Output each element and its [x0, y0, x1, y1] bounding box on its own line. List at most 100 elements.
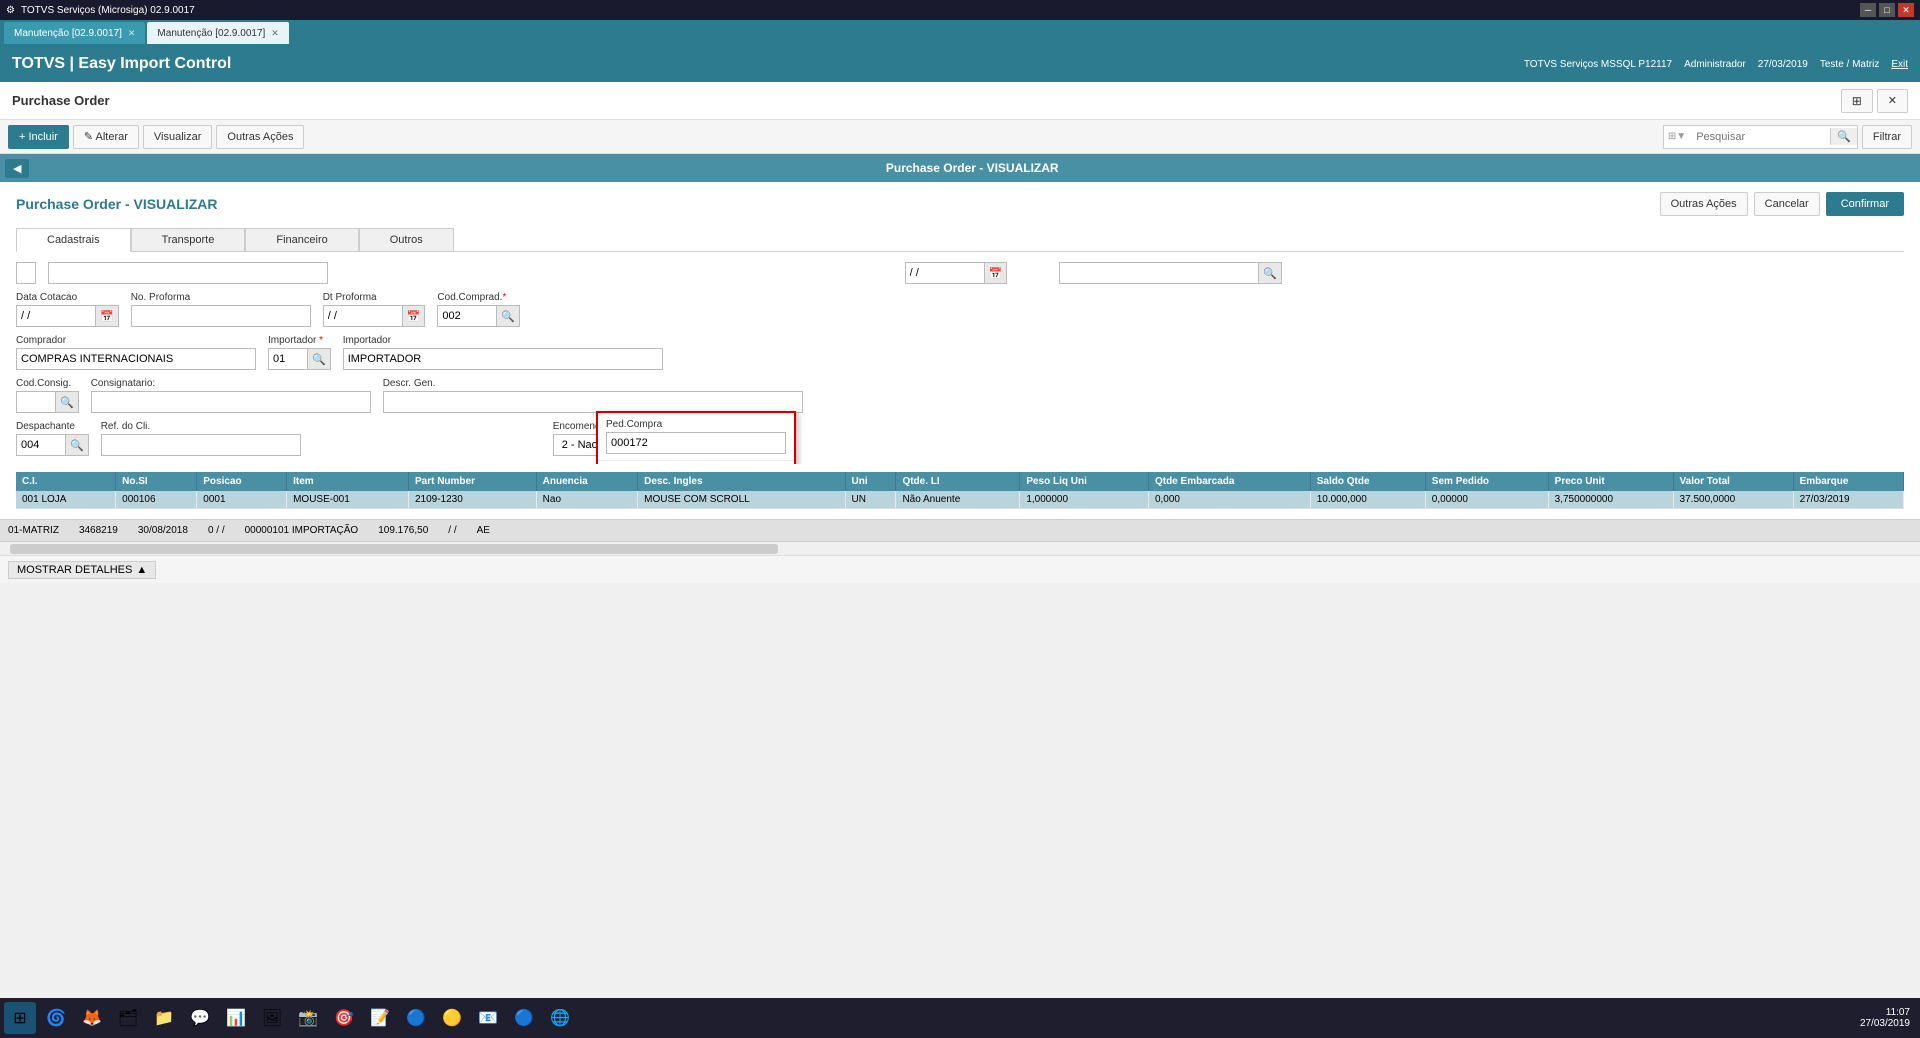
field-blank2 [48, 262, 893, 284]
cell-saldo-qtde: 10.000,000 [1310, 491, 1425, 509]
status-extra: / / [448, 525, 456, 536]
cell-anuencia: Nao [536, 491, 637, 509]
cell-desc-ingles: MOUSE COM SCROLL [638, 491, 845, 509]
taskbar-icon-chrome[interactable]: 🟡 [436, 1002, 468, 1034]
search-input[interactable] [1690, 129, 1830, 145]
form-area: Purchase Order - VISUALIZAR Outras Ações… [0, 182, 1920, 519]
field-blank3: 📅 [905, 262, 1008, 284]
input-despachante[interactable] [16, 434, 66, 456]
filtrar-button[interactable]: Filtrar [1862, 125, 1912, 149]
search-icon-1[interactable]: 🔍 [1259, 262, 1282, 284]
status-bar: 01-MATRIZ 3468219 30/08/2018 0 / / 00000… [0, 519, 1920, 541]
cancelar-button[interactable]: Cancelar [1754, 192, 1820, 216]
input-blank3[interactable] [905, 262, 985, 284]
show-details-button[interactable]: MOSTRAR DETALHES ▲ [8, 561, 156, 579]
search-button[interactable]: 🔍 [1830, 128, 1857, 145]
minimize-button[interactable]: ─ [1860, 3, 1876, 17]
popup-input-ped-compra[interactable] [606, 432, 786, 454]
search-box: ⊞▼ 🔍 [1663, 125, 1858, 149]
taskbar-icon-browser[interactable]: 🌐 [544, 1002, 576, 1034]
input-descr-gen[interactable] [383, 391, 803, 413]
taskbar-icon-data[interactable]: 📊 [220, 1002, 252, 1034]
taskbar-icon-onenote[interactable]: 🔵 [400, 1002, 432, 1034]
input-blank2[interactable] [48, 262, 328, 284]
columns-button[interactable]: ⊞ [1841, 89, 1873, 113]
close-button[interactable]: ✕ [1898, 3, 1914, 17]
input-group-despachante: 🔍 [16, 434, 89, 456]
tab-cadastrais[interactable]: Cadastrais [16, 228, 131, 252]
popup-field-ped-compra: Ped.Compra [598, 413, 794, 461]
incluir-button[interactable]: + Incluir [8, 125, 69, 149]
cell-valor-total: 37.500,0000 [1673, 491, 1793, 509]
clock-date: 27/03/2019 [1860, 1018, 1910, 1029]
search-icon-consig[interactable]: 🔍 [56, 391, 79, 413]
input-no-proforma[interactable] [131, 305, 311, 327]
data-table: C.I. No.SI Posicao Item Part Number Anue… [16, 472, 1904, 509]
field-cod-consig: Cod.Consig. 🔍 [16, 378, 79, 413]
taskbar-icon-app[interactable]: 🎯 [328, 1002, 360, 1034]
tab-1-close[interactable]: ✕ [128, 28, 136, 39]
env-info: Teste / Matriz [1820, 59, 1879, 70]
status-ae: AE [477, 525, 490, 536]
tab-2-close[interactable]: ✕ [271, 28, 279, 39]
taskbar-icon-photo[interactable]: 🖼 [256, 1002, 288, 1034]
search-icon-importador[interactable]: 🔍 [308, 348, 331, 370]
taskbar-icon-1[interactable]: 🌀 [40, 1002, 72, 1034]
taskbar-icon-folder[interactable]: 🗂 [112, 1002, 144, 1034]
close-module-button[interactable]: ✕ [1877, 89, 1908, 113]
visualizar-button[interactable]: Visualizar [143, 125, 213, 149]
start-button[interactable]: ⊞ [4, 1002, 36, 1034]
exit-link[interactable]: Exit [1891, 59, 1908, 70]
field-consignatario: Consignatario: [91, 378, 371, 413]
taskbar-icon-chat[interactable]: 💬 [184, 1002, 216, 1034]
input-blank4[interactable] [1059, 262, 1259, 284]
outras-acoes-toolbar-button[interactable]: Outras Ações [216, 125, 304, 149]
calendar-icon-proforma[interactable]: 📅 [403, 305, 426, 327]
input-consignatario[interactable] [91, 391, 371, 413]
scrollbar-thumb [10, 544, 778, 554]
input-data-cotacao[interactable] [16, 305, 96, 327]
input-ref-cli[interactable] [101, 434, 301, 456]
taskbar-icon-note[interactable]: 📝 [364, 1002, 396, 1034]
tab-outros[interactable]: Outros [359, 228, 454, 251]
tab-2[interactable]: Manutenção [02.9.0017] ✕ [147, 22, 288, 44]
calendar-icon-cotacao[interactable]: 📅 [96, 305, 119, 327]
search-icon-despachante[interactable]: 🔍 [66, 434, 89, 456]
field-importador-cod: Importador * 🔍 [268, 335, 331, 370]
taskbar-icon-firefox[interactable]: 🦊 [76, 1002, 108, 1034]
input-importador-cod[interactable] [268, 348, 308, 370]
back-button[interactable]: ◀ [5, 159, 29, 178]
taskbar-icon-skype[interactable]: 🔵 [508, 1002, 540, 1034]
confirmar-button[interactable]: Confirmar [1826, 192, 1904, 216]
input-dt-proforma[interactable] [323, 305, 403, 327]
maximize-button[interactable]: □ [1879, 3, 1895, 17]
form-row-3: Cod.Consig. 🔍 Consignatario: Descr. Gen. [16, 378, 1904, 413]
app-header: TOTVS | Easy Import Control TOTVS Serviç… [0, 46, 1920, 82]
input-blank1[interactable] [16, 262, 36, 284]
tab-navigation: Cadastrais Transporte Financeiro Outros [16, 228, 1904, 252]
input-comprador[interactable] [16, 348, 256, 370]
tab-financeiro[interactable]: Financeiro [245, 228, 358, 251]
taskbar-icon-files[interactable]: 📁 [148, 1002, 180, 1034]
field-descr-gen: Descr. Gen. [383, 378, 1904, 413]
form-row-1: Data Cotacao 📅 No. Proforma Dt Proforma … [16, 292, 1904, 327]
status-pages: 0 / / [208, 525, 225, 536]
search-icon-comprad[interactable]: 🔍 [497, 305, 520, 327]
input-cod-comprad[interactable] [437, 305, 497, 327]
calendar-icon-1[interactable]: 📅 [985, 262, 1008, 284]
tab-transporte[interactable]: Transporte [131, 228, 246, 251]
taskbar-icon-email[interactable]: 📧 [472, 1002, 504, 1034]
title-bar-right: ─ □ ✕ [1860, 3, 1914, 17]
outras-acoes-form-button[interactable]: Outras Ações [1660, 192, 1748, 216]
tab-1[interactable]: Manutenção [02.9.0017] ✕ [4, 22, 145, 44]
input-group-blank4: 🔍 [1059, 262, 1904, 284]
chevron-up-icon: ▲ [136, 564, 147, 576]
input-importador[interactable] [343, 348, 663, 370]
col-uni: Uni [845, 472, 896, 491]
horizontal-scrollbar[interactable] [0, 541, 1920, 555]
alterar-button[interactable]: ✎ Alterar [73, 125, 139, 149]
input-cod-consig[interactable] [16, 391, 56, 413]
table-row[interactable]: 001 LOJA 000106 0001 MOUSE-001 2109-1230… [16, 491, 1904, 509]
input-group-cod-comprad: 🔍 [437, 305, 520, 327]
taskbar-icon-camera[interactable]: 📸 [292, 1002, 324, 1034]
